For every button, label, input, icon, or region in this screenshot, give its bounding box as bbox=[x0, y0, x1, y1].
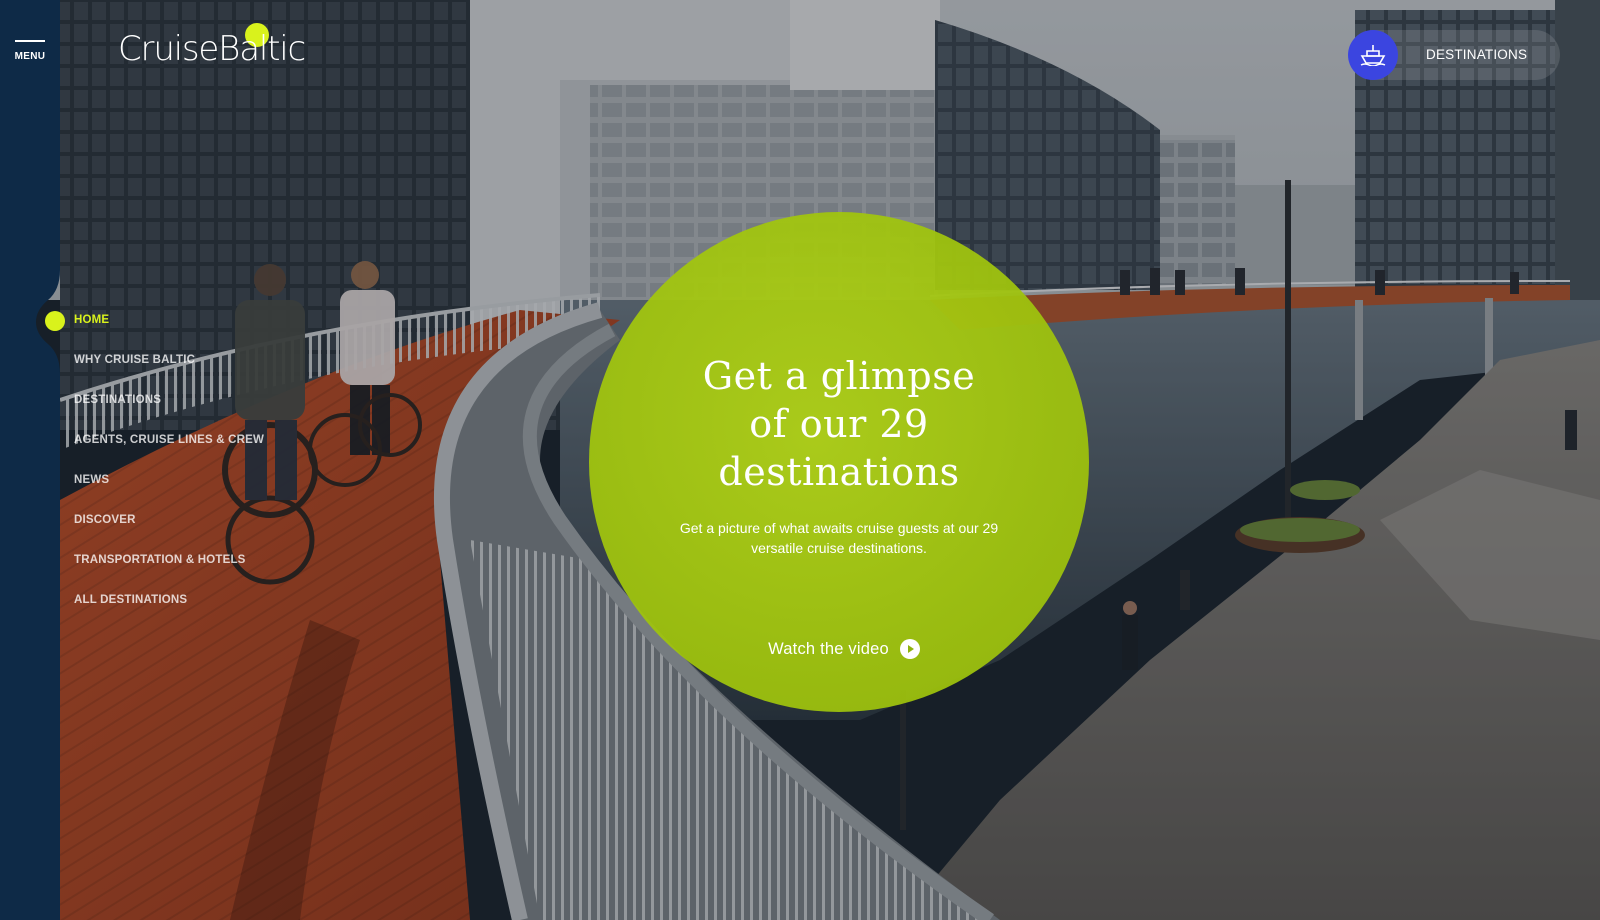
logo-text: CruiseBaltic bbox=[118, 29, 306, 69]
nav-item-label: NEWS bbox=[74, 474, 110, 486]
nav-item-label: DISCOVER bbox=[74, 514, 136, 526]
nav-item-agents-cruise-lines-crew[interactable]: AGENTS, CRUISE LINES & CREW bbox=[36, 420, 336, 460]
side-navigation: HOME WHY CRUISE BALTIC DESTINATIONS AGEN… bbox=[36, 300, 336, 620]
nav-item-label: WHY CRUISE BALTIC bbox=[74, 354, 196, 366]
home-page: MENU CruiseBaltic HOME WHY CRUISE BALTIC… bbox=[0, 0, 1600, 920]
menu-button[interactable]: MENU bbox=[10, 36, 50, 72]
destinations-button[interactable]: DESTINATIONS bbox=[1348, 30, 1560, 80]
nav-item-label: HOME bbox=[74, 314, 110, 326]
logo[interactable]: CruiseBaltic bbox=[118, 20, 333, 72]
nav-item-discover[interactable]: DISCOVER bbox=[36, 500, 336, 540]
hero-title: Get a glimpse of our 29 destinations bbox=[702, 354, 976, 494]
destinations-label: DESTINATIONS bbox=[1426, 47, 1528, 62]
nav-item-all-destinations[interactable]: ALL DESTINATIONS bbox=[36, 580, 336, 620]
watch-video-button[interactable]: Watch the video bbox=[744, 637, 944, 661]
active-indicator-icon bbox=[45, 311, 65, 331]
hero-circle: Get a glimpse of our 29 destinations Get… bbox=[589, 212, 1089, 712]
nav-item-label: ALL DESTINATIONS bbox=[74, 594, 188, 606]
ship-icon bbox=[1348, 30, 1398, 80]
nav-item-transportation-hotels[interactable]: TRANSPORTATION & HOTELS bbox=[36, 540, 336, 580]
nav-item-home[interactable]: HOME bbox=[36, 300, 336, 340]
nav-item-label: TRANSPORTATION & HOTELS bbox=[74, 554, 246, 566]
hero-description: Get a picture of what awaits cruise gues… bbox=[679, 520, 999, 556]
hamburger-icon bbox=[15, 40, 45, 42]
nav-item-news[interactable]: NEWS bbox=[36, 460, 336, 500]
menu-label: MENU bbox=[14, 51, 46, 62]
watch-video-label: Watch the video bbox=[768, 639, 889, 658]
nav-item-destinations[interactable]: DESTINATIONS bbox=[36, 380, 336, 420]
play-icon bbox=[899, 639, 920, 659]
nav-item-why-cruise-baltic[interactable]: WHY CRUISE BALTIC bbox=[36, 340, 336, 380]
nav-item-label: AGENTS, CRUISE LINES & CREW bbox=[74, 434, 265, 446]
nav-item-label: DESTINATIONS bbox=[74, 394, 162, 406]
